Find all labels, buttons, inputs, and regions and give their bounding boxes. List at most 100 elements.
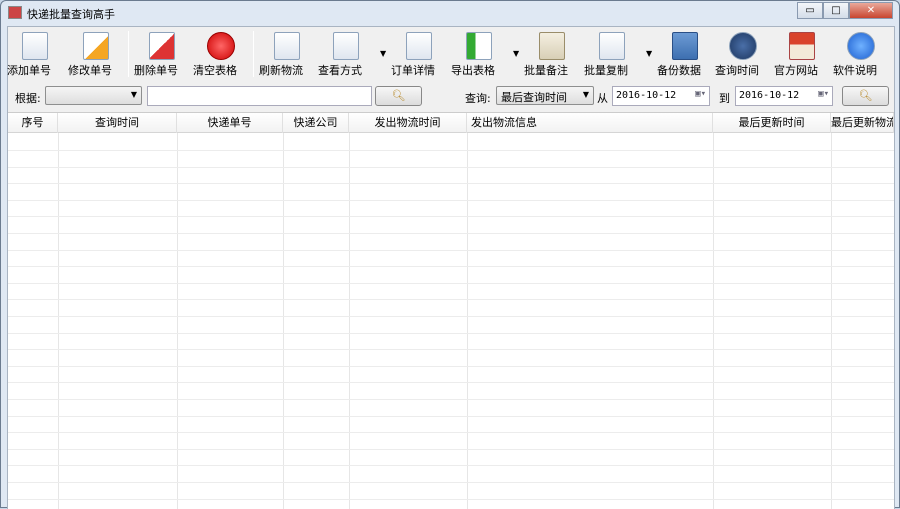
client-area: 添加单号 修改单号 删除单号 清空表格 刷新物流 查看方式 ▼ 订单详情 导出表格 ▼ 批量备注 批量… [7, 26, 895, 509]
grid-line [8, 183, 894, 185]
edit-button[interactable]: 修改单号 [68, 29, 124, 79]
grid-line [467, 133, 468, 509]
basis-select[interactable]: ▼ [45, 86, 142, 105]
table-header: 序号 查询时间 快递单号 快递公司 发出物流时间 发出物流信息 最后更新时间 最后更新物流 [8, 113, 894, 133]
grid-line [8, 316, 894, 317]
toolbar-separator [128, 31, 129, 77]
to-date-picker[interactable]: 2016-10-12 ▣▾ [735, 86, 833, 106]
grid-line [8, 482, 894, 483]
app-icon [8, 6, 22, 19]
toolbar-label: 批量备注 [524, 64, 568, 77]
grid-line [8, 233, 894, 234]
toolbar-label: 刷新物流 [259, 64, 303, 77]
chevron-down-icon: ▼ [130, 90, 137, 99]
column-header[interactable]: 发出物流时间 [349, 113, 467, 133]
export-dropdown-arrow-icon[interactable]: ▼ [513, 49, 519, 58]
document-lines-icon [274, 32, 300, 60]
toolbar-label: 删除单号 [134, 64, 178, 77]
grid-line [8, 365, 894, 367]
grid-line [8, 332, 894, 334]
maximize-button[interactable]: □ [823, 2, 849, 19]
grid-line [8, 498, 894, 500]
export-button[interactable]: 导出表格 [451, 29, 507, 79]
copy-button[interactable]: 批量复制 [584, 29, 640, 79]
toolbar-label: 批量复制 [584, 64, 628, 77]
grid-line [8, 432, 894, 434]
grid-line [8, 216, 894, 218]
minimize-button[interactable]: ▭ [797, 2, 823, 19]
grid-line [8, 266, 894, 268]
red-x-circle-icon [207, 32, 235, 60]
query-field-select[interactable]: 最后查询时间 ▼ [496, 86, 594, 105]
refresh-button[interactable]: 刷新物流 [259, 29, 315, 79]
column-header[interactable]: 最后更新物流 [831, 113, 894, 133]
main-window: 快递批量查询高手 ▭ □ ✕ 添加单号 修改单号 删除单号 清空表格 刷新物流 查看方式 ▼… [0, 0, 900, 509]
grid-line [58, 133, 59, 509]
house-icon [789, 32, 815, 60]
filter-bar: 根据: ▼ 🔍︎ 查询: 最后查询时间 ▼ 从 2016-10-12 ▣▾ 到 20… [8, 84, 896, 108]
detail-button[interactable]: 订单详情 [391, 29, 447, 79]
search-button[interactable]: 🔍︎ [375, 86, 422, 106]
grid-line [8, 415, 894, 417]
toolbar-label: 官方网站 [774, 64, 818, 77]
grid-line [283, 133, 284, 509]
from-date-picker[interactable]: 2016-10-12 ▣▾ [612, 86, 710, 106]
site-button[interactable]: 官方网站 [774, 29, 830, 79]
copy-documents-icon [599, 32, 625, 60]
toolbar-label: 导出表格 [451, 64, 495, 77]
time-button[interactable]: 查询时间 [715, 29, 771, 79]
form-icon [406, 32, 432, 60]
from-label: 从 [597, 92, 608, 105]
delete-document-icon [149, 32, 175, 60]
grid-line [8, 349, 894, 351]
column-header[interactable]: 最后更新时间 [713, 113, 831, 133]
calendar-icon: ▣▾ [818, 89, 829, 99]
export-arrow-icon [466, 32, 492, 60]
clear-button[interactable]: 清空表格 [193, 29, 249, 79]
grid-line [8, 282, 894, 284]
toolbar-label: 查看方式 [318, 64, 362, 77]
column-header[interactable]: 快递公司 [283, 113, 349, 133]
results-table[interactable]: 序号 查询时间 快递单号 快递公司 发出物流时间 发出物流信息 最后更新时间 最后更新物流 [8, 112, 894, 509]
calendar-icon: ▣▾ [695, 89, 706, 99]
close-button[interactable]: ✕ [849, 2, 893, 19]
grid-line [349, 133, 350, 509]
window-title: 快递批量查询高手 [27, 8, 115, 21]
search-icon: 🔍︎ [858, 89, 873, 102]
help-button[interactable]: 软件说明 [833, 29, 889, 79]
note-button[interactable]: 批量备注 [524, 29, 580, 79]
pencil-document-icon [83, 32, 109, 60]
query-search-button[interactable]: 🔍︎ [842, 86, 889, 106]
column-header[interactable]: 查询时间 [58, 113, 177, 133]
grid-line [8, 166, 894, 168]
view-dropdown-arrow-icon[interactable]: ▼ [380, 49, 386, 58]
copy-dropdown-arrow-icon[interactable]: ▼ [646, 49, 652, 58]
grid-line [177, 133, 178, 509]
clock-icon [729, 32, 757, 60]
grid-line [8, 299, 894, 301]
column-header[interactable]: 序号 [8, 113, 58, 133]
view-button[interactable]: 查看方式 [318, 29, 374, 79]
delete-button[interactable]: 删除单号 [134, 29, 190, 79]
toolbar-label: 订单详情 [391, 64, 435, 77]
column-header[interactable]: 发出物流信息 [467, 113, 713, 133]
add-button[interactable]: 添加单号 [7, 29, 63, 79]
toolbar-label: 查询时间 [715, 64, 759, 77]
basis-label: 根据: [15, 92, 41, 105]
checklist-icon [333, 32, 359, 60]
grid-line [713, 133, 714, 509]
toolbar-label: 添加单号 [7, 64, 51, 77]
floppy-disk-icon [672, 32, 698, 60]
keyword-input[interactable] [147, 86, 372, 106]
to-label: 到 [719, 92, 730, 105]
grid-line [8, 399, 894, 400]
column-header[interactable]: 快递单号 [177, 113, 283, 133]
toolbar-label: 修改单号 [68, 64, 112, 77]
grid-line [8, 465, 894, 467]
chevron-down-icon: ▼ [582, 90, 589, 99]
add-document-icon [22, 32, 48, 60]
grid-line [8, 199, 894, 201]
toolbar-label: 软件说明 [833, 64, 877, 77]
toolbar-label: 清空表格 [193, 64, 237, 77]
backup-button[interactable]: 备份数据 [657, 29, 713, 79]
